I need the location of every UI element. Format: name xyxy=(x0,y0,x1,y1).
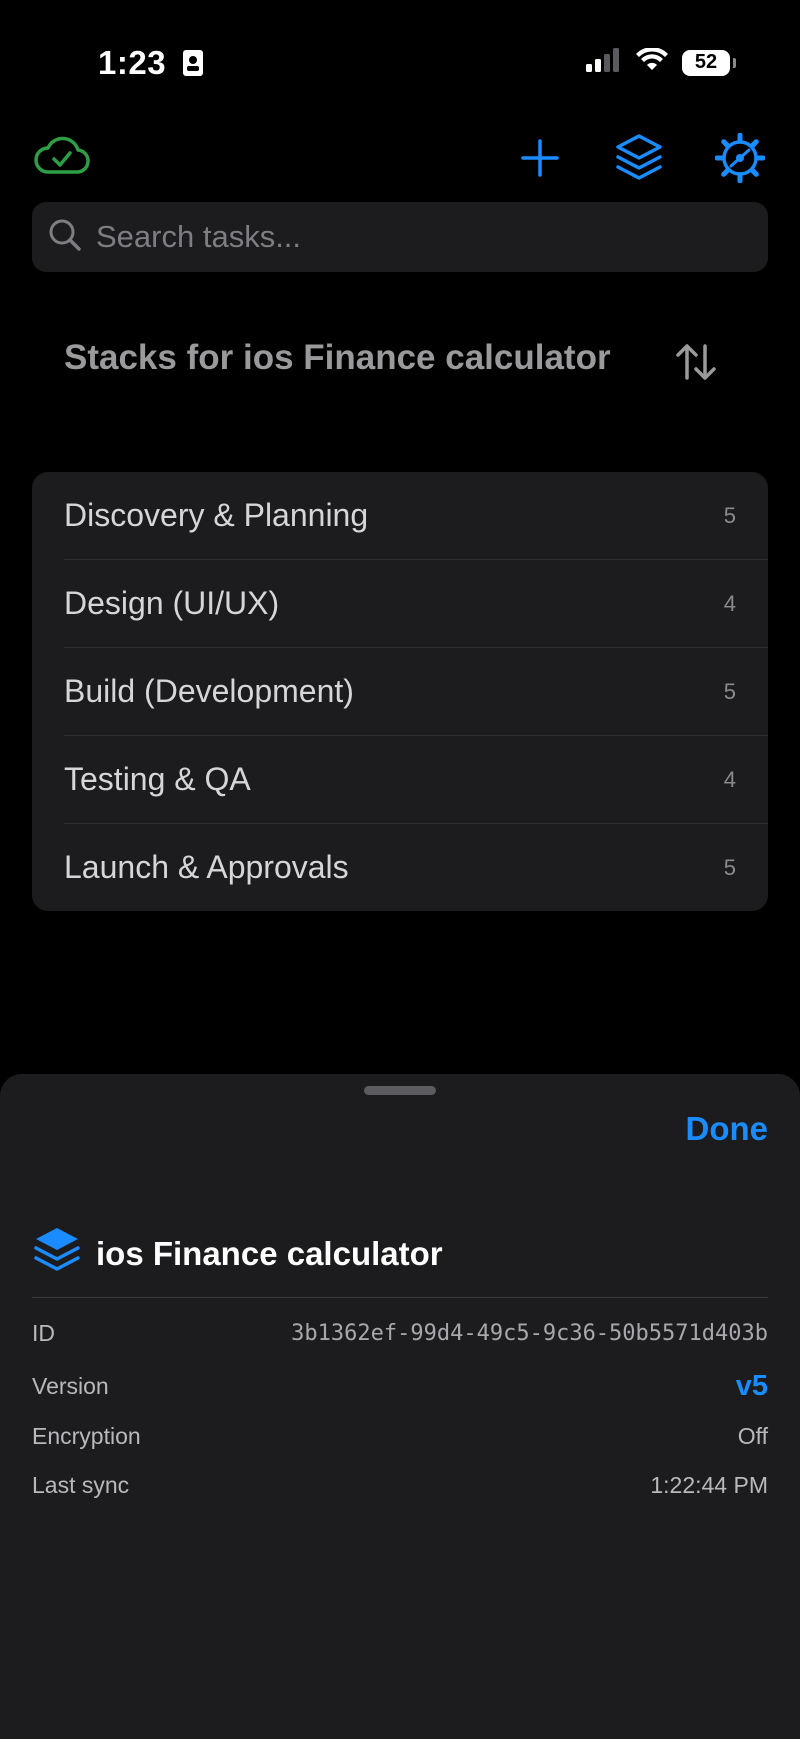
info-row-id: ID 3b1362ef-99d4-49c5-9c36-50b5571d403b xyxy=(32,1320,768,1347)
stack-list: Discovery & Planning 5 Design (UI/UX) 4 … xyxy=(32,472,768,911)
stack-row-launch-approvals[interactable]: Launch & Approvals 5 xyxy=(64,824,768,911)
id-card-icon xyxy=(182,47,204,85)
status-time: 1:23 xyxy=(98,44,204,85)
battery-indicator: 52 xyxy=(682,49,736,76)
encryption-value: Off xyxy=(737,1423,768,1449)
plus-icon xyxy=(520,138,560,183)
add-button[interactable] xyxy=(510,130,570,190)
stack-name: Testing & QA xyxy=(64,761,251,797)
stack-count: 4 xyxy=(723,766,736,792)
stack-count: 5 xyxy=(723,678,736,704)
stack-count: 5 xyxy=(723,502,736,528)
stacks-button[interactable] xyxy=(609,130,669,190)
info-label: Encryption xyxy=(32,1423,141,1449)
info-row-encryption: Encryption Off xyxy=(32,1423,768,1450)
search-input[interactable] xyxy=(94,218,768,256)
info-row-last-sync: Last sync 1:22:44 PM xyxy=(32,1472,768,1499)
search-bar[interactable] xyxy=(32,202,768,272)
info-row-version: Version v5 xyxy=(32,1370,768,1403)
layers-icon xyxy=(34,1226,80,1282)
search-icon xyxy=(32,218,94,257)
project-id-value: 3b1362ef-99d4-49c5-9c36-50b5571d403b xyxy=(291,1321,768,1346)
stack-name: Design (UI/UX) xyxy=(64,585,280,621)
project-name: ios Finance calculator xyxy=(96,1235,443,1272)
layers-icon xyxy=(615,133,663,188)
gear-icon xyxy=(714,132,766,188)
stack-row-discovery-planning[interactable]: Discovery & Planning 5 xyxy=(64,472,768,560)
info-label: Last sync xyxy=(32,1472,130,1498)
project-info-sheet: Done ios Finance calculator ID 3b1362ef-… xyxy=(0,1074,800,1739)
sort-button[interactable] xyxy=(674,340,718,384)
cellular-signal-icon xyxy=(586,48,622,77)
stack-row-build[interactable]: Build (Development) 5 xyxy=(64,648,768,736)
divider xyxy=(32,1297,768,1298)
sort-arrows-icon xyxy=(674,344,718,388)
last-sync-value: 1:22:44 PM xyxy=(650,1472,768,1498)
settings-button[interactable] xyxy=(710,130,770,190)
stack-row-testing-qa[interactable]: Testing & QA 4 xyxy=(64,736,768,824)
page-title: Stacks for ios Finance calculator xyxy=(64,338,611,377)
sheet-grabber[interactable] xyxy=(364,1086,436,1095)
done-button[interactable]: Done xyxy=(686,1110,769,1148)
stack-name: Build (Development) xyxy=(64,673,354,709)
version-value[interactable]: v5 xyxy=(736,1370,768,1403)
project-title: ios Finance calculator xyxy=(34,1226,443,1282)
stack-count: 4 xyxy=(723,590,736,616)
stack-count: 5 xyxy=(723,854,736,880)
stack-row-design[interactable]: Design (UI/UX) 4 xyxy=(64,560,768,648)
info-label: ID xyxy=(32,1320,55,1346)
cloud-check-icon[interactable] xyxy=(34,136,90,181)
stack-name: Discovery & Planning xyxy=(64,497,369,533)
wifi-icon xyxy=(636,47,668,77)
status-icons: 52 xyxy=(586,47,736,77)
stack-name: Launch & Approvals xyxy=(64,849,349,885)
status-time-text: 1:23 xyxy=(98,44,167,81)
info-label: Version xyxy=(32,1373,109,1399)
